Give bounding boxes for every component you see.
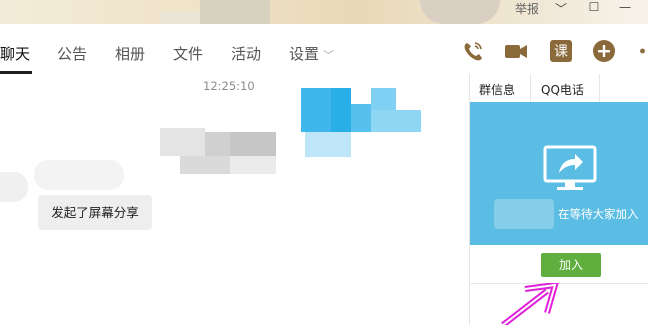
mosaic-block [371,88,396,110]
tab-chat[interactable]: 聊天 [0,43,30,64]
mosaic-block [371,110,421,132]
join-button[interactable]: 加入 [541,253,601,277]
tab-settings[interactable]: 设置 ﹀ [289,43,334,64]
avatar-blur [494,199,554,229]
video-call-icon[interactable] [503,38,529,64]
annotation-arrow-icon [495,281,565,329]
screen-share-icon [543,145,597,197]
close-button[interactable]: — [617,0,633,16]
plus-circle-icon[interactable] [591,38,617,64]
banner-image-blur [160,12,200,24]
more-icon[interactable] [633,38,648,64]
chevron-down-icon: ﹀ [323,49,335,62]
waiting-text: 在等待大家加入 [558,207,639,221]
screen-share-panel: 在等待大家加入 [470,102,648,245]
mosaic-block [180,156,230,174]
minimize-button[interactable]: ﹀ [553,0,569,16]
mosaic-block [331,88,351,132]
header-text[interactable]: 举报 [515,0,539,16]
mosaic-block [230,156,276,174]
mosaic-block [351,104,371,132]
tab-group-info[interactable]: 群信息 [479,81,515,98]
maximize-button[interactable]: ☐ [586,0,602,16]
course-icon[interactable]: 课 [548,38,574,64]
banner-image-blur [200,0,270,24]
mosaic-block [160,128,205,156]
tab-divider [530,74,531,102]
tab-announcement[interactable]: 公告 [57,43,87,64]
tab-files[interactable]: 文件 [173,43,203,64]
sender-name-blur [34,160,124,190]
active-tab-indicator [0,71,32,74]
tab-album[interactable]: 相册 [115,43,145,64]
mosaic-block [301,88,331,132]
tab-activity[interactable]: 活动 [231,43,261,64]
mosaic-block [205,132,230,156]
nav-bar: 聊天 公告 相册 文件 活动 设置 ﹀ 课 [0,24,648,74]
side-tabs: 群信息 QQ电话 [470,74,648,103]
course-glyph: 课 [554,44,568,60]
tab-divider [599,74,600,102]
tab-qq-call[interactable]: QQ电话 [541,81,584,98]
header-banner [0,0,648,24]
mosaic-block [230,132,276,156]
banner-image-blur [420,0,500,24]
mosaic-block [305,132,351,157]
chat-timestamp: 12:25:10 [203,79,255,93]
avatar[interactable] [0,172,28,202]
message-bubble[interactable]: 发起了屏幕分享 [38,195,152,230]
tab-settings-label: 设置 [289,45,320,63]
phone-icon[interactable] [460,38,486,64]
